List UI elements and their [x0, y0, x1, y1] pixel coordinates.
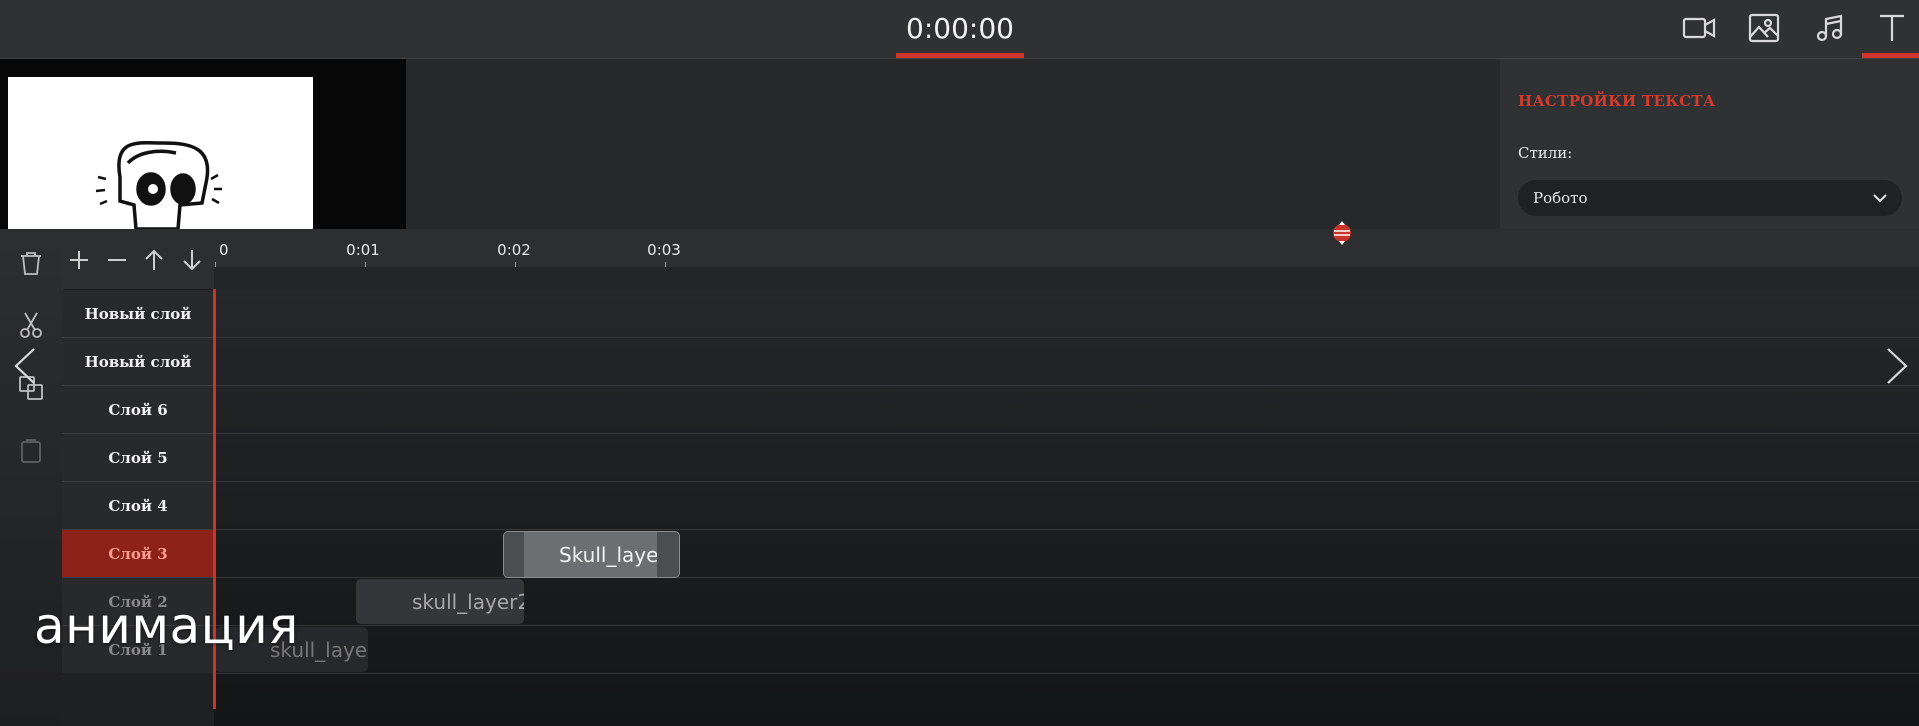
text-settings-panel: НАСТРОЙКИ ТЕКСТА Стили: Робото: [1500, 59, 1919, 229]
add-layer-button[interactable]: [64, 245, 94, 275]
ruler-tick-label: 0:03: [647, 241, 681, 259]
scissors-icon: [20, 312, 42, 338]
chevron-right-icon: [1887, 348, 1908, 384]
track-separator: [214, 577, 1919, 578]
timecode-underline: [896, 53, 1024, 58]
preview-stage: [406, 59, 1500, 229]
arrow-down-icon: [183, 250, 201, 271]
clip-skull-layer2[interactable]: skull_layer2: [356, 579, 524, 624]
image-icon: [1748, 13, 1780, 43]
cut-button[interactable]: [15, 309, 47, 341]
layer-row-label[interactable]: Слой 6: [62, 386, 214, 434]
panel-resize-handle[interactable]: [1330, 220, 1354, 246]
font-style-select[interactable]: Робото: [1518, 180, 1902, 216]
timecode-display: 0:00:00: [906, 12, 1014, 45]
styles-label: Стили:: [1518, 144, 1573, 162]
track-separator: [214, 625, 1919, 626]
ruler-tick-label: 0:01: [346, 241, 380, 259]
top-bar: 0:00:00: [0, 0, 1919, 59]
prev-arrow-button[interactable]: [8, 345, 40, 387]
ruler-tick-label: 0: [219, 241, 229, 259]
move-layer-down-button[interactable]: [177, 245, 207, 275]
clipboard-icon: [21, 439, 41, 463]
track-separator: [214, 481, 1919, 482]
clip-label: Skull_layer: [559, 542, 667, 567]
layer-row-label-active[interactable]: Слой 3: [62, 530, 214, 578]
preview-canvas[interactable]: [8, 77, 313, 229]
clip-trim-handle-left[interactable]: [504, 532, 524, 577]
paste-button[interactable]: [15, 435, 47, 467]
video-camera-icon: [1682, 17, 1716, 39]
skull-illustration: [95, 140, 222, 229]
minus-icon: [108, 259, 126, 261]
clip-label: skull_layer2: [412, 589, 524, 614]
timeline-scroll-track[interactable]: [214, 267, 1919, 289]
layer-list-empty: [62, 673, 214, 726]
overlay-caption: анимация: [34, 597, 299, 655]
text-icon: [1880, 14, 1904, 41]
move-layer-up-button[interactable]: [139, 245, 169, 275]
layer-toolbar: [62, 229, 214, 289]
delete-button[interactable]: [15, 247, 47, 279]
audio-tab[interactable]: [1808, 10, 1852, 46]
timeline-ruler[interactable]: 0 0:01 0:02 0:03: [214, 229, 1919, 274]
layer-row-label[interactable]: Новый слой: [62, 338, 214, 386]
resize-vertical-icon: [1333, 221, 1351, 245]
image-tab[interactable]: [1742, 10, 1786, 46]
text-settings-title: НАСТРОЙКИ ТЕКСТА: [1518, 92, 1716, 110]
active-tab-indicator: [1862, 53, 1919, 58]
font-style-value: Робото: [1533, 189, 1588, 207]
ruler-tick-label: 0:02: [497, 241, 531, 259]
chevron-left-icon: [14, 348, 35, 384]
video-tab[interactable]: [1677, 10, 1721, 46]
trash-icon: [21, 252, 41, 275]
text-tab[interactable]: [1870, 10, 1914, 46]
track-separator: [214, 529, 1919, 530]
next-arrow-button[interactable]: [1882, 345, 1914, 387]
layer-row-label[interactable]: Новый слой: [62, 290, 214, 338]
chevron-down-icon: [1873, 194, 1887, 203]
layer-row-label[interactable]: Слой 4: [62, 482, 214, 530]
remove-layer-button[interactable]: [102, 245, 132, 275]
clip-trim-handle-right[interactable]: [657, 532, 679, 577]
track-separator: [214, 673, 1919, 674]
track-separator: [214, 433, 1919, 434]
plus-icon: [70, 251, 88, 269]
clip-skull-layer-selected[interactable]: Skull_layer: [503, 531, 680, 578]
track-separator: [214, 337, 1919, 338]
track-separator: [214, 385, 1919, 386]
music-note-icon: [1816, 14, 1843, 42]
arrow-up-icon: [145, 249, 163, 270]
tracks-area[interactable]: [214, 289, 1919, 726]
layer-row-label[interactable]: Слой 5: [62, 434, 214, 482]
